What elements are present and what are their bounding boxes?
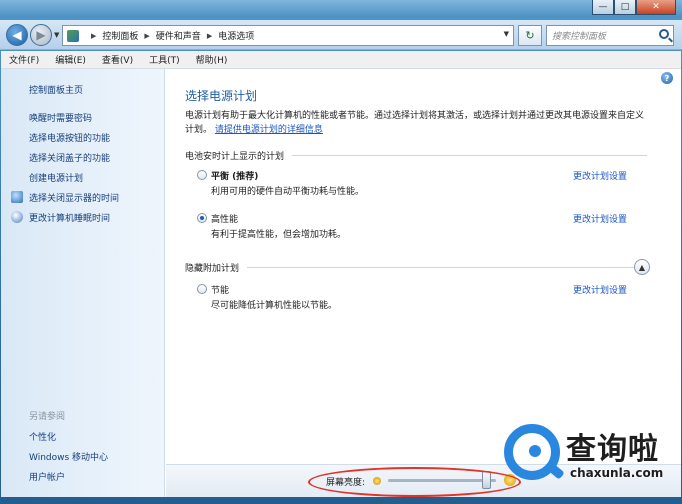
change-plan-settings-link-high-performance[interactable]: 更改计划设置 — [573, 212, 627, 225]
plan-desc-power-saver: 尽可能降低计算机性能以节能。 — [211, 301, 338, 311]
menu-edit[interactable]: 编辑(E) — [55, 53, 86, 66]
sidebar-home-link[interactable]: 控制面板主页 — [29, 83, 83, 96]
window-frame: — □ ✕ ◀ ▶ ▼ ▶ 控制面板 ▶ 硬件和声音 ▶ 电源选项 ▼ ↻ 搜索… — [0, 0, 682, 504]
address-bar[interactable]: ▶ 控制面板 ▶ 硬件和声音 ▶ 电源选项 ▼ — [62, 25, 514, 46]
control-panel-icon — [67, 29, 79, 42]
forward-button[interactable]: ▶ — [30, 24, 52, 46]
radio-high-performance[interactable] — [197, 213, 207, 223]
maximize-button[interactable]: □ — [614, 0, 636, 15]
help-icon[interactable]: ? — [661, 72, 673, 84]
page-title: 选择电源计划 — [185, 89, 258, 103]
plan-desc-balanced: 利用可用的硬件自动平衡功耗与性能。 — [211, 187, 365, 197]
menu-bar: 文件(F) 编辑(E) 查看(V) 工具(T) 帮助(H) — [1, 51, 681, 69]
menu-help[interactable]: 帮助(H) — [196, 53, 228, 66]
breadcrumb-separator-icon[interactable]: ▶ — [91, 32, 96, 40]
search-icon[interactable] — [659, 29, 669, 39]
sidebar-item-create-plan[interactable]: 创建电源计划 — [29, 171, 83, 184]
breadcrumb-control-panel[interactable]: 控制面板 — [102, 29, 138, 42]
group-shown-label: 电池安时计上显示的计划 — [185, 152, 285, 162]
plan-name-high-performance: 高性能 — [211, 215, 239, 225]
plan-name-power-saver: 节能 — [211, 286, 230, 296]
monitor-icon — [11, 191, 23, 203]
search-placeholder: 搜索控制面板 — [552, 32, 607, 42]
sidebar-item-display-off[interactable]: 选择关闭显示器的时间 — [29, 191, 119, 204]
group-header-shown: 电池安时计上显示的计划 — [185, 149, 647, 162]
title-bar: — □ ✕ — [0, 0, 682, 18]
see-also-heading: 另请参阅 — [29, 412, 66, 422]
menu-view[interactable]: 查看(V) — [102, 53, 133, 66]
radio-balanced[interactable] — [197, 170, 207, 180]
breadcrumb-power-options[interactable]: 电源选项 — [218, 29, 254, 42]
highlight-annotation-ring — [308, 467, 521, 497]
page-description: 电源计划有助于最大化计算机的性能或者节能。通过选择计划将其激活，或选择计划并通过… — [185, 109, 651, 137]
sidebar-item-wake-password[interactable]: 唤醒时需要密码 — [29, 111, 92, 124]
sidebar-item-mobility-center[interactable]: Windows 移动中心 — [29, 450, 108, 463]
sleep-icon — [11, 211, 23, 223]
menu-tools[interactable]: 工具(T) — [149, 53, 180, 66]
change-plan-settings-link-power-saver[interactable]: 更改计划设置 — [573, 283, 627, 296]
back-button[interactable]: ◀ — [6, 24, 28, 46]
group-header-hidden: 隐藏附加计划 — [185, 261, 647, 274]
watermark-cn: 查询啦 — [566, 432, 659, 467]
watermark-en: chaxunla.com — [570, 466, 664, 480]
plan-desc-high-performance: 有利于提高性能，但会增加功耗。 — [211, 230, 347, 240]
plan-details-link[interactable]: 请提供电源计划的详细信息 — [215, 125, 323, 135]
breadcrumb-separator-icon[interactable]: ▶ — [207, 32, 212, 40]
breadcrumb-hardware-sound[interactable]: 硬件和声音 — [156, 29, 201, 42]
breadcrumb: ▶ 控制面板 ▶ 硬件和声音 ▶ 电源选项 — [85, 29, 254, 43]
sidebar-item-power-button[interactable]: 选择电源按钮的功能 — [29, 131, 110, 144]
refresh-button[interactable]: ↻ — [518, 25, 542, 46]
sidebar: 控制面板主页 唤醒时需要密码 选择电源按钮的功能 选择关闭盖子的功能 创建电源计… — [1, 69, 165, 497]
menu-file[interactable]: 文件(F) — [9, 53, 39, 66]
radio-power-saver[interactable] — [197, 284, 207, 294]
address-dropdown-icon[interactable]: ▼ — [504, 30, 509, 38]
history-dropdown-icon[interactable]: ▼ — [54, 31, 59, 39]
magnifier-handle — [545, 461, 565, 480]
sidebar-item-personalization[interactable]: 个性化 — [29, 430, 56, 443]
minimize-button[interactable]: — — [592, 0, 614, 15]
search-input[interactable]: 搜索控制面板 — [546, 25, 674, 46]
window-controls: — □ ✕ — [592, 0, 676, 15]
divider — [247, 267, 647, 268]
navigation-bar: ◀ ▶ ▼ ▶ 控制面板 ▶ 硬件和声音 ▶ 电源选项 ▼ ↻ 搜索控制面板 — [0, 20, 682, 50]
close-button[interactable]: ✕ — [636, 0, 676, 15]
breadcrumb-separator-icon[interactable]: ▶ — [144, 32, 149, 40]
group-hidden-label: 隐藏附加计划 — [185, 264, 240, 274]
sidebar-item-sleep-time[interactable]: 更改计算机睡眠时间 — [29, 211, 110, 224]
sidebar-item-user-accounts[interactable]: 用户帐户 — [29, 470, 65, 483]
watermark-logo: 查询啦 chaxunla.com — [500, 418, 676, 498]
plan-name-balanced: 平衡 (推荐) — [211, 172, 259, 182]
change-plan-settings-link-balanced[interactable]: 更改计划设置 — [573, 169, 627, 182]
collapse-hidden-plans-button[interactable]: ▲ — [634, 259, 650, 275]
divider — [292, 155, 647, 156]
sidebar-item-lid-close[interactable]: 选择关闭盖子的功能 — [29, 151, 110, 164]
